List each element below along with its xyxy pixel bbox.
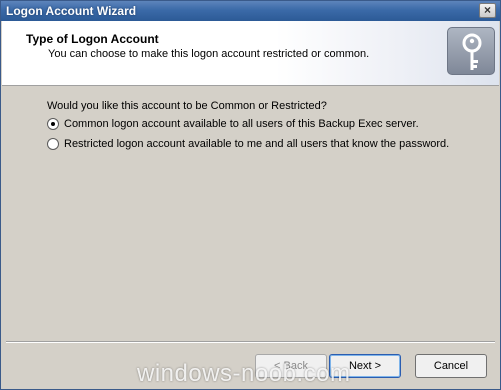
option-common[interactable]: Common logon account available to all us… bbox=[47, 118, 419, 130]
header-title: Type of Logon Account bbox=[26, 32, 159, 46]
watermark: windows-noob.com bbox=[137, 360, 351, 387]
wizard-header: Type of Logon Account You can choose to … bbox=[2, 21, 499, 86]
option-common-label: Common logon account available to all us… bbox=[64, 118, 419, 130]
restricted-radio[interactable] bbox=[47, 138, 59, 150]
account-type-question: Would you like this account to be Common… bbox=[47, 100, 327, 112]
common-radio[interactable] bbox=[47, 118, 59, 130]
option-restricted-label: Restricted logon account available to me… bbox=[64, 138, 450, 150]
footer-separator bbox=[6, 341, 495, 343]
wizard-window: Logon Account Wizard × Type of Logon Acc… bbox=[0, 0, 501, 390]
header-subtitle: You can choose to make this logon accoun… bbox=[48, 48, 370, 60]
window-title: Logon Account Wizard bbox=[6, 4, 137, 18]
title-bar[interactable]: Logon Account Wizard × bbox=[1, 1, 500, 21]
key-icon bbox=[447, 27, 495, 75]
close-button[interactable]: × bbox=[479, 3, 496, 18]
option-restricted[interactable]: Restricted logon account available to me… bbox=[47, 138, 449, 150]
cancel-button[interactable]: Cancel bbox=[415, 354, 487, 378]
